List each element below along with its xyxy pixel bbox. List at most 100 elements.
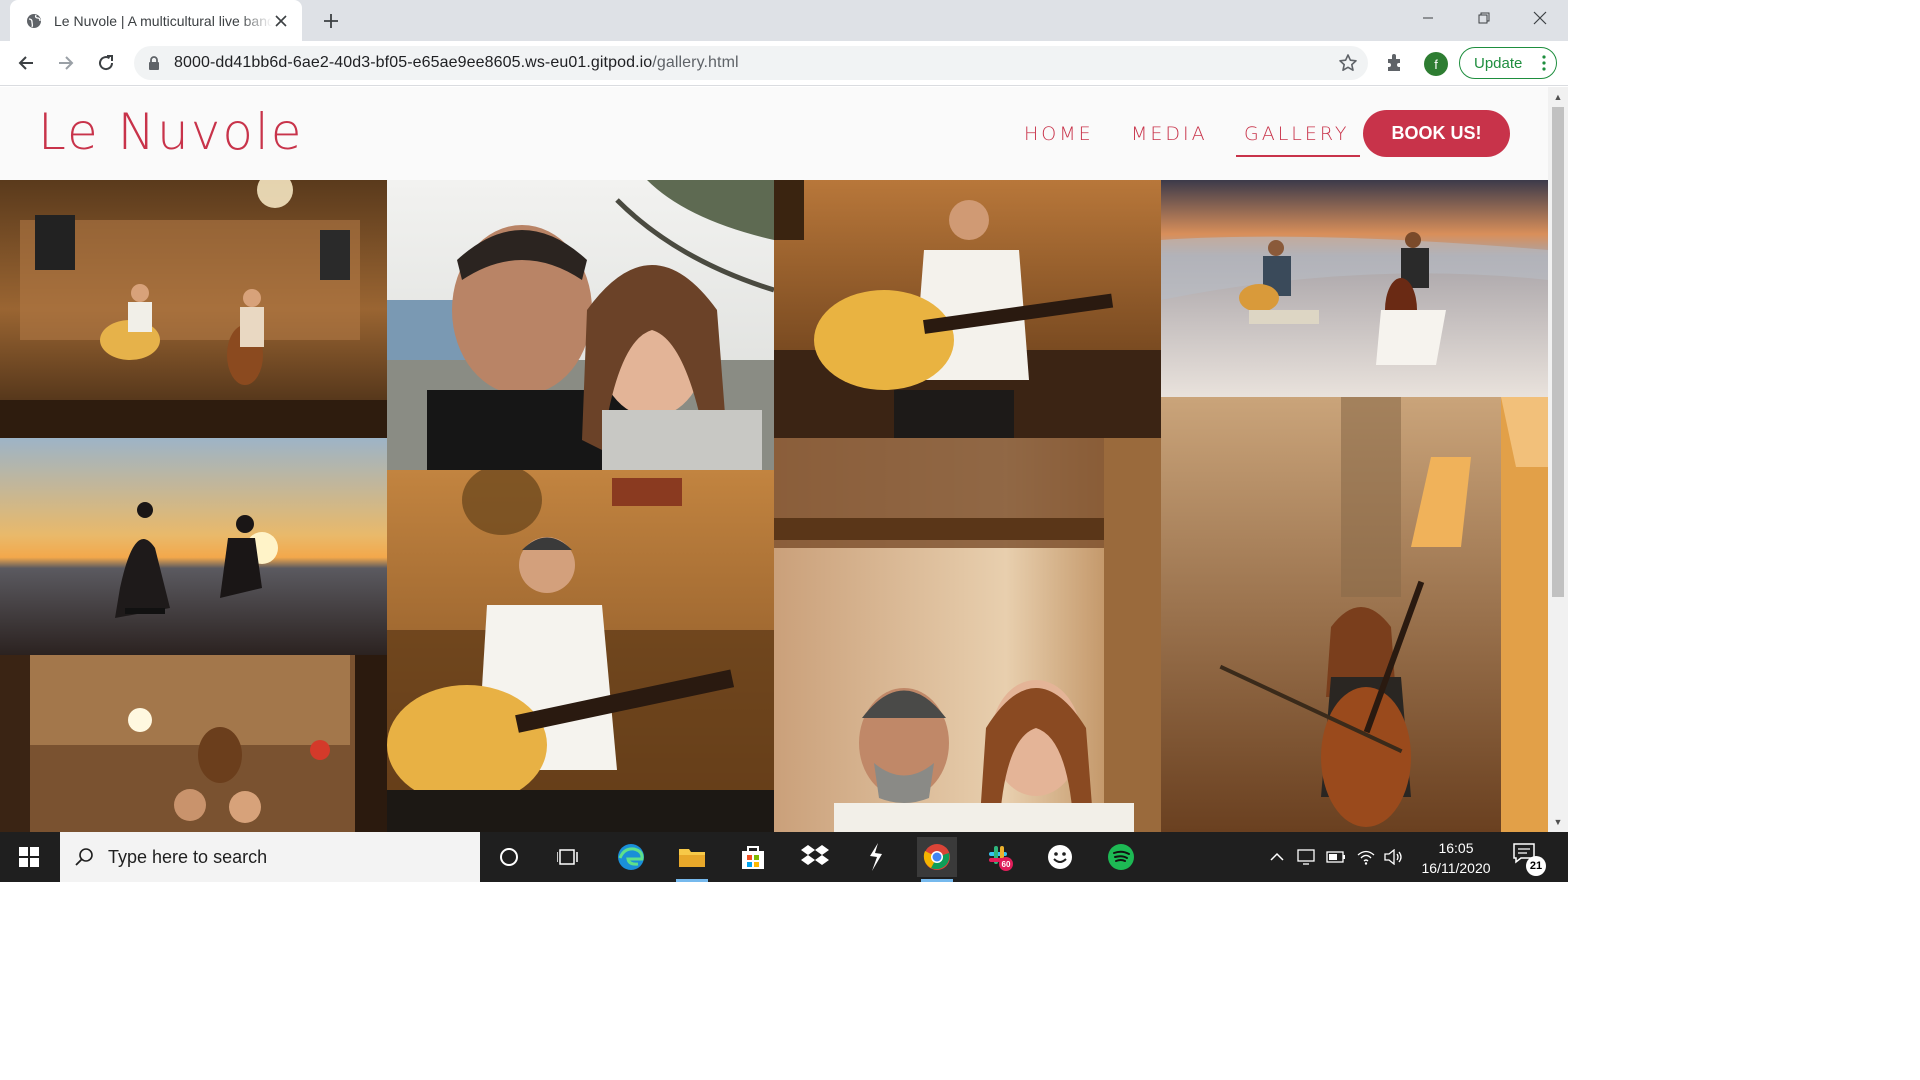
taskbar-store[interactable] (733, 837, 773, 877)
gallery-photo[interactable] (1161, 397, 1548, 832)
folder-icon (679, 849, 705, 867)
gallery-photo[interactable] (387, 470, 774, 832)
start-button[interactable] (0, 832, 58, 882)
taskbar-clock[interactable]: 16:05 16/11/2020 (1408, 838, 1504, 878)
speaker-icon (1384, 849, 1402, 865)
smiley-icon (1048, 845, 1072, 869)
url-path: /gallery.html (652, 54, 739, 71)
restore-button[interactable] (1456, 0, 1512, 36)
taskbar-smiley-app[interactable] (1040, 837, 1080, 877)
monitor-icon (1297, 849, 1315, 865)
nav-gallery-link[interactable]: GALLERY (1236, 123, 1360, 157)
wifi-icon (1357, 850, 1375, 865)
slack-icon: 60 (989, 846, 1013, 871)
tray-security[interactable] (1294, 832, 1318, 882)
web-page: Le Nuvole HOME MEDIA GALLERY BOOK US! (0, 87, 1548, 832)
close-icon (1533, 11, 1547, 25)
photo-couple-in-bar-interior (0, 655, 387, 832)
browser-tab[interactable]: Le Nuvole | A multicultural live band (10, 0, 302, 41)
site-header: Le Nuvole HOME MEDIA GALLERY BOOK US! (0, 87, 1548, 180)
extensions-puzzle-icon[interactable] (1384, 51, 1408, 75)
site-logo[interactable]: Le Nuvole (38, 103, 304, 161)
new-tab-button[interactable] (318, 8, 344, 34)
taskbar-spotify[interactable] (1101, 837, 1141, 877)
url-text[interactable]: 8000-dd41bb6d-6ae2-40d3-bf05-e65ae9ee860… (174, 54, 739, 72)
taskbar-edge[interactable] (611, 837, 651, 877)
taskbar-chrome[interactable] (917, 837, 957, 882)
arrow-left-icon (18, 56, 33, 70)
photo-guitarist-closeup-brick-wall (387, 470, 774, 832)
taskbar-dropbox[interactable] (795, 837, 835, 877)
more-vertical-icon (1542, 55, 1546, 71)
scrollbar-thumb[interactable] (1552, 107, 1564, 597)
taskbar-search-box[interactable]: Type here to search (60, 832, 480, 882)
clock-time: 16:05 (1438, 840, 1474, 856)
gallery-photo[interactable] (774, 180, 1161, 438)
windows-logo-icon (19, 847, 39, 867)
taskbar-slack[interactable]: 60 (979, 837, 1019, 877)
photo-couple-selfie-by-sea (387, 180, 774, 470)
photo-duo-silhouette-sunset-beach (0, 438, 387, 655)
taskbar-app-lightning[interactable] (856, 837, 896, 877)
scroll-down-arrow-icon[interactable]: ▼ (1553, 817, 1563, 827)
spotify-icon (1108, 844, 1134, 870)
slack-badge-count: 60 (1002, 860, 1011, 869)
gallery-photo[interactable] (0, 438, 387, 655)
update-label: Update (1474, 54, 1523, 72)
gallery-photo[interactable] (774, 438, 1161, 832)
chrome-icon (923, 844, 950, 870)
dropbox-icon (801, 845, 829, 865)
globe-icon (27, 13, 41, 28)
photo-couple-portrait-brick-wall (774, 438, 1161, 832)
back-button[interactable] (12, 49, 40, 77)
nav-home-link[interactable]: HOME (1024, 123, 1094, 145)
gallery-photo[interactable] (0, 180, 387, 438)
reload-icon (99, 55, 114, 71)
minimize-button[interactable] (1400, 0, 1456, 36)
gallery-photo[interactable] (387, 180, 774, 470)
store-bag-icon (742, 846, 764, 869)
cortana-circle-icon (500, 848, 518, 866)
vertical-scrollbar[interactable]: ▲ ▼ (1548, 87, 1568, 832)
close-tab-icon[interactable] (272, 12, 290, 30)
gallery-photo[interactable] (0, 655, 387, 832)
action-center-button[interactable]: 21 (1512, 842, 1546, 876)
plus-icon (324, 14, 338, 28)
nav-media-link[interactable]: MEDIA (1131, 123, 1208, 145)
reload-button[interactable] (92, 49, 120, 77)
active-indicator (676, 879, 708, 882)
photo-cellist-playing-lamp (1161, 397, 1548, 832)
restore-icon (1478, 12, 1490, 24)
tab-title: Le Nuvole | A multicultural live band (54, 12, 272, 29)
tray-wifi[interactable] (1354, 832, 1378, 882)
forward-button[interactable] (52, 49, 80, 77)
taskbar-file-explorer[interactable] (672, 837, 712, 882)
task-view-icon (557, 849, 578, 865)
search-placeholder: Type here to search (108, 846, 268, 867)
update-button[interactable]: Update (1459, 47, 1557, 79)
lock-icon[interactable] (146, 55, 162, 71)
windows-taskbar: Type here to search 60 16:05 16/11/2020 … (0, 832, 1568, 882)
arrow-right-icon (59, 56, 74, 70)
bookmark-star-icon[interactable] (1338, 53, 1358, 73)
clock-date: 16/11/2020 (1421, 860, 1491, 876)
task-view-button[interactable] (548, 837, 588, 877)
tray-battery[interactable] (1324, 832, 1348, 882)
close-window-button[interactable] (1512, 0, 1568, 36)
notification-count-badge: 21 (1526, 856, 1546, 876)
tray-volume[interactable] (1382, 832, 1406, 882)
photo-duo-performing-indoor-bar (0, 180, 387, 438)
cortana-button[interactable] (489, 837, 529, 877)
show-hidden-icons-button[interactable] (1266, 832, 1288, 882)
battery-icon (1326, 851, 1345, 863)
scroll-up-arrow-icon[interactable]: ▲ (1553, 92, 1563, 102)
url-host: 8000-dd41bb6d-6ae2-40d3-bf05-e65ae9ee860… (174, 54, 653, 71)
profile-avatar[interactable]: f (1424, 52, 1448, 76)
address-bar[interactable]: 8000-dd41bb6d-6ae2-40d3-bf05-e65ae9ee860… (134, 46, 1368, 80)
lightning-app-icon (870, 843, 882, 871)
book-us-button[interactable]: BOOK US! (1363, 110, 1510, 157)
minimize-icon (1423, 17, 1433, 19)
gallery-photo[interactable] (1161, 180, 1548, 397)
chevron-up-icon (1270, 852, 1284, 861)
photo-guitarist-playing-brick-wall (774, 180, 1161, 438)
